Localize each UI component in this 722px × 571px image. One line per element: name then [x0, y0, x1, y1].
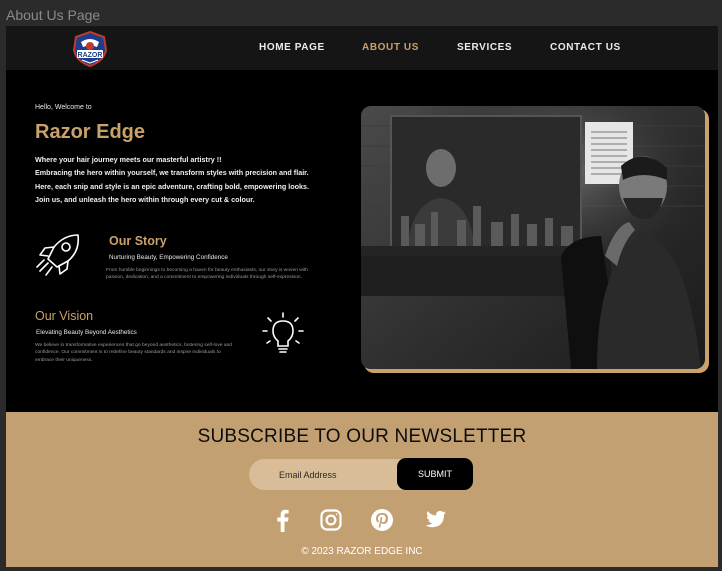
- submit-button[interactable]: SUBMIT: [397, 458, 473, 490]
- nav-links: HOME PAGE ABOUT US SERVICES CONTACT US: [6, 42, 718, 56]
- story-subtitle: Nurturing Beauty, Empowering Confidence: [109, 254, 228, 261]
- hero-greeting: Hello, Welcome to: [35, 104, 92, 111]
- lightbulb-icon: [261, 312, 305, 358]
- story-body: From humble beginnings to becoming a hav…: [106, 268, 308, 281]
- nav-about-us[interactable]: ABOUT US: [362, 42, 419, 53]
- nav-home[interactable]: HOME PAGE: [259, 42, 325, 53]
- instagram-icon[interactable]: [319, 508, 343, 532]
- newsletter-section: SUBSCRIBE TO OUR NEWSLETTER SUBMIT: [6, 412, 718, 567]
- hero-intro-line2: Embracing the hero within yourself, we t…: [35, 168, 309, 205]
- navbar: RAZOR HOME PAGE ABOUT US SERVICES CONTAC…: [6, 26, 718, 70]
- copyright-text: © 2023 RAZOR EDGE INC: [301, 546, 423, 557]
- vision-body: We believe in transformative experiences…: [35, 343, 233, 363]
- hero-title: Razor Edge: [35, 121, 146, 143]
- vision-title: Our Vision: [35, 309, 94, 323]
- nav-contact-us[interactable]: CONTACT US: [550, 42, 621, 53]
- facebook-icon[interactable]: [271, 508, 295, 532]
- rocket-icon: [34, 232, 84, 278]
- story-title: Our Story: [109, 234, 167, 248]
- pinterest-icon[interactable]: [370, 508, 394, 532]
- window-title: About Us Page: [6, 7, 101, 23]
- nav-services[interactable]: SERVICES: [457, 42, 512, 53]
- hero-intro-line1: Where your hair journey meets our master…: [35, 155, 222, 164]
- newsletter-title: SUBSCRIBE TO OUR NEWSLETTER: [197, 426, 527, 447]
- email-field[interactable]: [249, 459, 409, 490]
- twitter-icon[interactable]: [423, 508, 447, 532]
- hero-intro: Where your hair journey meets our master…: [35, 153, 310, 207]
- barbershop-photo: [361, 106, 705, 369]
- page: RAZOR HOME PAGE ABOUT US SERVICES CONTAC…: [6, 26, 718, 567]
- social-links: [6, 508, 718, 534]
- vision-subtitle: Elevating Beauty Beyond Aesthetics: [36, 329, 137, 336]
